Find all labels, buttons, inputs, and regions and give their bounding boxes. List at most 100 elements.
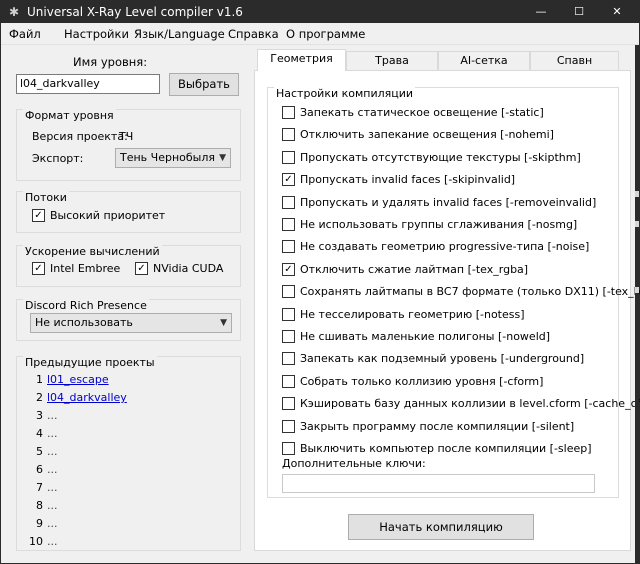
project-link[interactable]: l01_escape	[47, 373, 109, 387]
project-link[interactable]: l04_darkvalley	[47, 391, 127, 405]
project-empty-slot: ...	[47, 517, 58, 530]
menu-about[interactable]: О программе	[286, 27, 365, 41]
compile-option-checkbox[interactable]: Не тесселировать геометрию [-notess]	[282, 307, 612, 323]
checkbox-box[interactable]	[282, 150, 295, 164]
tab-geometry[interactable]: Геометрия	[257, 49, 346, 71]
menu-language[interactable]: Язык/Language	[134, 27, 225, 41]
checkbox-label: Пропускать invalid faces [-skipinvalid]	[300, 173, 516, 187]
title-bar: ✱ Universal X-Ray Level compiler v1.6 — …	[1, 1, 639, 23]
export-select[interactable]: Тень Чернобыля ▼	[115, 148, 231, 168]
project-empty-slot: ...	[47, 463, 58, 476]
compile-option-checkbox[interactable]: ✓ Пропускать invalid faces [-skipinvalid]	[282, 172, 612, 188]
tab-ai-grid[interactable]: AI-сетка	[438, 51, 530, 71]
checkbox-label: Кэшировать базу данных коллизии в level.…	[300, 397, 640, 411]
checkbox-box[interactable]: ✓	[282, 262, 295, 276]
checkbox-box[interactable]: ✓	[32, 209, 45, 222]
checkbox-box[interactable]	[282, 218, 295, 231]
embree-checkbox[interactable]: ✓ Intel Embree	[32, 261, 132, 277]
compile-option-checkbox[interactable]: Сохранять лайтмапы в BC7 формате (только…	[282, 284, 640, 300]
threads-title: Потоки	[23, 191, 69, 205]
checkbox-label: Собрать только коллизию уровня [-cform]	[300, 374, 544, 388]
compile-option-checkbox[interactable]: Закрыть программу после компиляции [-sil…	[282, 419, 612, 435]
checkbox-box[interactable]	[282, 419, 295, 433]
compile-settings-group: Настройки компиляции Запекать статическо…	[267, 87, 640, 498]
checkbox-box[interactable]	[282, 240, 295, 254]
compile-option-checkbox[interactable]: Не создавать геометрию progressive-типа …	[282, 239, 612, 255]
cuda-checkbox[interactable]: ✓ NVidia CUDA	[135, 261, 235, 277]
project-number: 6	[36, 463, 43, 476]
checkbox-box[interactable]	[282, 307, 295, 321]
compile-option-checkbox[interactable]: Не использовать группы сглаживания [-nos…	[282, 217, 612, 233]
compile-option-checkbox[interactable]: Кэшировать базу данных коллизии в level.…	[282, 396, 640, 412]
maximize-button[interactable]: ☐	[559, 1, 599, 23]
tab-grass[interactable]: Трава	[346, 51, 438, 71]
compile-option-checkbox[interactable]: Запекать статическое освещение [-static]	[282, 105, 612, 121]
checkbox-box[interactable]	[282, 128, 295, 142]
checkbox-box[interactable]	[282, 442, 295, 455]
edge-marker	[635, 221, 639, 227]
level-name-input[interactable]: l04_darkvalley	[16, 74, 160, 94]
checkbox-box[interactable]	[282, 330, 295, 343]
threads-group: Потоки ✓ Высокий приоритет	[16, 191, 241, 233]
checkbox-label: Закрыть программу после компиляции [-sil…	[300, 419, 575, 433]
project-number: 5	[36, 445, 43, 458]
chevron-down-icon: ▼	[220, 318, 227, 328]
menu-help[interactable]: Справка	[228, 27, 279, 41]
menu-settings[interactable]: Настройки	[64, 27, 129, 41]
tab-spawn[interactable]: Спавн	[530, 51, 619, 71]
geometry-tab-panel: Настройки компиляции Запекать статическо…	[254, 70, 640, 551]
checkbox-label: Выключить компьютер после компиляции [-s…	[300, 442, 592, 455]
high-priority-checkbox[interactable]: ✓ Высокий приоритет	[32, 208, 192, 224]
minimize-button[interactable]: —	[521, 1, 561, 23]
checkbox-label: Запекать как подземный уровень [-undergr…	[300, 352, 585, 366]
checkbox-box[interactable]	[282, 285, 295, 299]
project-number: 3	[36, 409, 43, 422]
extra-keys-input[interactable]	[282, 474, 595, 493]
project-version-label: Версия проекта:	[32, 130, 128, 143]
window-title: Universal X-Ray Level compiler v1.6	[27, 5, 243, 19]
compile-settings-title: Настройки компиляции	[274, 87, 416, 101]
checkbox-label: Сохранять лайтмапы в BC7 формате (только…	[300, 285, 640, 299]
checkbox-box[interactable]	[282, 195, 295, 209]
compile-option-checkbox[interactable]: Пропускать отсутствующие текстуры [-skip…	[282, 150, 612, 166]
menu-file[interactable]: Файл	[9, 27, 41, 41]
compile-option-checkbox[interactable]: Выключить компьютер после компиляции [-s…	[282, 441, 612, 457]
project-empty-slot: ...	[47, 499, 58, 512]
checkbox-label: Не использовать группы сглаживания [-nos…	[300, 218, 578, 231]
discord-group: Discord Rich Presence Не использовать ▼	[16, 299, 241, 341]
project-number: 1	[36, 373, 43, 386]
compile-option-checkbox[interactable]: Отключить запекание освещения [-nohemi]	[282, 127, 612, 143]
checkbox-box[interactable]: ✓	[282, 173, 295, 187]
checkbox-box[interactable]	[282, 397, 295, 411]
compile-option-checkbox[interactable]: Запекать как подземный уровень [-undergr…	[282, 351, 612, 367]
checkbox-label: NVidia CUDA	[153, 262, 224, 275]
checkbox-box[interactable]	[282, 352, 295, 366]
checkbox-box[interactable]	[282, 374, 295, 388]
checkbox-box[interactable]: ✓	[135, 262, 148, 275]
checkbox-box[interactable]	[282, 106, 295, 119]
compile-option-checkbox[interactable]: ✓ Отключить сжатие лайтмап [-tex_rgba]	[282, 262, 612, 278]
start-compile-button[interactable]: Начать компиляцию	[348, 514, 534, 540]
project-number: 8	[36, 499, 43, 512]
edge-marker	[635, 287, 639, 293]
select-level-button[interactable]: Выбрать	[169, 73, 239, 96]
project-version-value: ТЧ	[119, 130, 134, 143]
checkbox-label: Не создавать геометрию progressive-типа …	[300, 240, 590, 254]
compile-option-checkbox[interactable]: Собрать только коллизию уровня [-cform]	[282, 374, 612, 390]
checkbox-label: Не сшивать маленькие полигоны [-noweld]	[300, 330, 551, 343]
compile-option-checkbox[interactable]: Пропускать и удалять invalid faces [-rem…	[282, 195, 612, 211]
project-empty-slot: ...	[47, 535, 58, 548]
acceleration-group: Ускорение вычислений ✓ Intel Embree ✓ NV…	[16, 245, 241, 287]
project-empty-slot: ...	[47, 481, 58, 494]
compile-option-checkbox[interactable]: Не сшивать маленькие полигоны [-noweld]	[282, 329, 612, 345]
acceleration-title: Ускорение вычислений	[23, 245, 162, 259]
checkbox-label: Отключить сжатие лайтмап [-tex_rgba]	[300, 262, 529, 276]
discord-select[interactable]: Не использовать ▼	[30, 313, 232, 333]
extra-keys-label: Дополнительные ключи:	[282, 457, 426, 470]
close-button[interactable]: ✕	[597, 1, 637, 23]
checkbox-label: Отключить запекание освещения [-nohemi]	[300, 128, 554, 142]
window-edge	[635, 45, 639, 563]
project-number: 7	[36, 481, 43, 494]
checkbox-box[interactable]: ✓	[32, 262, 45, 275]
project-number: 2	[36, 391, 43, 404]
